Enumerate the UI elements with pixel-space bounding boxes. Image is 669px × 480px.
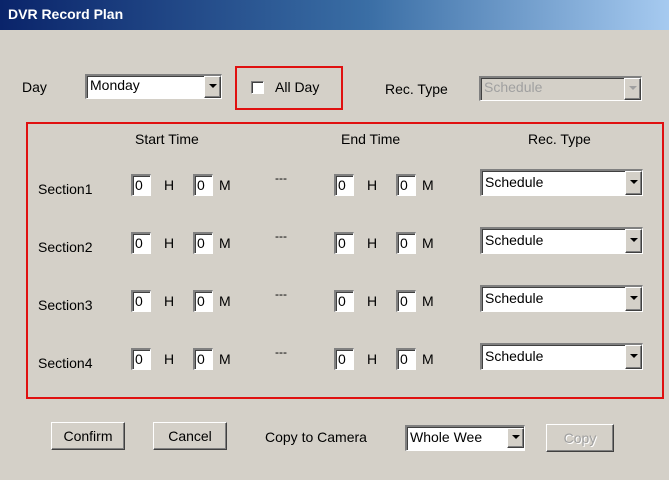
section-label: Section3 [38,297,93,313]
section-label: Section1 [38,181,93,197]
minute-unit: M [219,177,231,193]
minute-unit: M [219,293,231,309]
start-hour-input[interactable]: 0 [131,232,151,254]
section-rec-type-value: Schedule [485,232,544,248]
start-minute-input[interactable]: 0 [193,348,213,370]
chevron-down-icon[interactable] [625,287,642,311]
minute-unit: M [219,235,231,251]
time-separator: --- [275,345,287,359]
hour-unit: H [164,235,175,251]
start-minute-input[interactable]: 0 [193,174,213,196]
start-hour-input[interactable]: 0 [131,348,151,370]
section-rec-type-select[interactable]: Schedule [480,285,643,312]
copy-to-camera-label: Copy to Camera [265,429,367,445]
window-title: DVR Record Plan [8,6,124,22]
hour-unit: H [164,177,175,193]
chevron-down-icon[interactable] [625,171,642,195]
copy-target-value: Whole Wee [410,429,483,445]
end-minute-input[interactable]: 0 [396,232,416,254]
minute-unit: M [219,351,231,367]
time-separator: --- [275,229,287,243]
hour-unit: H [164,293,175,309]
start-minute-input[interactable]: 0 [193,290,213,312]
section-label: Section2 [38,239,93,255]
end-hour-input[interactable]: 0 [334,290,354,312]
end-minute-input[interactable]: 0 [396,290,416,312]
hour-unit: H [164,351,175,367]
all-day-checkbox[interactable] [251,81,264,94]
rec-type-select: Schedule [479,76,642,101]
end-hour-input[interactable]: 0 [334,232,354,254]
section-rec-type-select[interactable]: Schedule [480,343,643,370]
end-hour-input[interactable]: 0 [334,174,354,196]
minute-unit: M [422,293,434,309]
rec-type-value: Schedule [484,79,543,95]
time-separator: --- [275,287,287,301]
section-rec-type-select[interactable]: Schedule [480,227,643,254]
section-label: Section4 [38,355,93,371]
day-select-value: Monday [90,77,140,93]
minute-unit: M [422,235,434,251]
end-time-header: End Time [341,131,401,147]
section-rec-type-value: Schedule [485,348,544,364]
copy-target-select[interactable]: Whole Wee [405,425,525,451]
section-rec-type-value: Schedule [485,290,544,306]
minute-unit: M [422,177,434,193]
section-rec-type-value: Schedule [485,174,544,190]
chevron-down-icon[interactable] [625,345,642,369]
rec-type-label: Rec. Type [385,81,448,97]
time-separator: --- [275,171,287,185]
chevron-down-icon[interactable] [204,76,221,98]
chevron-down-icon[interactable] [507,428,524,448]
hour-unit: H [367,293,378,309]
start-time-header: Start Time [135,131,199,147]
title-bar: DVR Record Plan [0,0,669,30]
start-hour-input[interactable]: 0 [131,174,151,196]
rec-type-header: Rec. Type [528,131,591,147]
cancel-button[interactable]: Cancel [153,422,227,450]
chevron-down-icon[interactable] [625,229,642,253]
minute-unit: M [422,351,434,367]
all-day-label: All Day [275,79,320,95]
section-rec-type-select[interactable]: Schedule [480,169,643,196]
end-minute-input[interactable]: 0 [396,348,416,370]
chevron-down-icon [624,78,641,100]
copy-button: Copy [546,424,614,452]
end-hour-input[interactable]: 0 [334,348,354,370]
hour-unit: H [367,177,378,193]
start-hour-input[interactable]: 0 [131,290,151,312]
start-minute-input[interactable]: 0 [193,232,213,254]
hour-unit: H [367,235,378,251]
confirm-button[interactable]: Confirm [51,422,125,450]
day-select[interactable]: Monday [85,74,222,99]
end-minute-input[interactable]: 0 [396,174,416,196]
day-label: Day [22,79,47,95]
hour-unit: H [367,351,378,367]
